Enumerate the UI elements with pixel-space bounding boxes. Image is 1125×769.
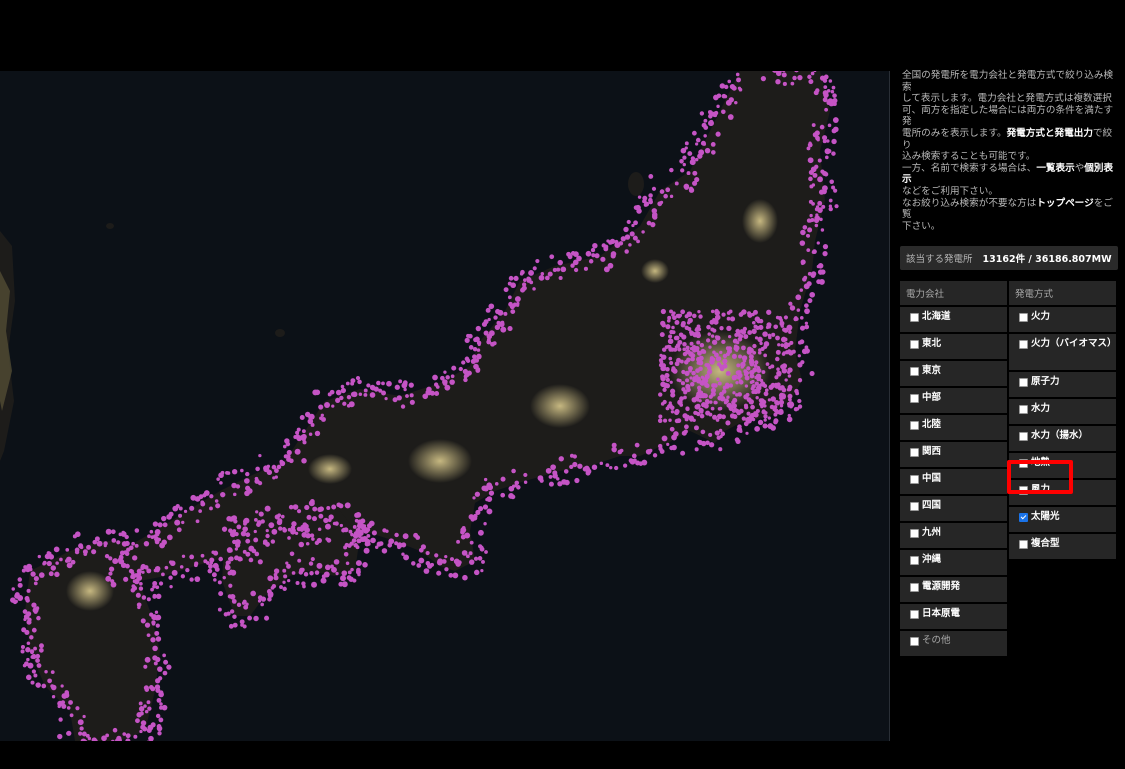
method-option-label: 複合型 bbox=[1031, 538, 1060, 550]
method-option-label: 太陽光 bbox=[1031, 511, 1060, 523]
company-option-label: 沖縄 bbox=[922, 554, 942, 566]
company-option[interactable]: 日本原電 bbox=[900, 604, 1007, 630]
method-option-label: 火力（バイオマス） bbox=[1031, 338, 1117, 350]
company-option[interactable]: 東京 bbox=[900, 361, 1007, 387]
method-option-label: 水力 bbox=[1031, 403, 1051, 415]
result-count-box: 該当する発電所 13162件 / 36186.807MW bbox=[900, 246, 1118, 271]
honshu-landmass bbox=[120, 71, 830, 581]
company-checkbox[interactable] bbox=[910, 448, 919, 458]
method-checkbox[interactable] bbox=[1019, 513, 1028, 523]
company-checkbox[interactable] bbox=[910, 421, 919, 431]
company-checkbox[interactable] bbox=[910, 610, 919, 620]
company-checkbox[interactable] bbox=[910, 394, 919, 404]
company-option-label: 北陸 bbox=[922, 419, 942, 431]
intro-line: などをご利用下さい。 bbox=[902, 185, 998, 197]
filter-panel: 全国の発電所を電力会社と発電方式で絞り込み検索 して表示します。電力会社と発電方… bbox=[900, 70, 1118, 658]
intro-emphasis: 発電方式と発電出力 bbox=[1006, 127, 1093, 139]
intro-text-part: や bbox=[1074, 162, 1085, 174]
company-option[interactable]: その他 bbox=[900, 631, 1007, 657]
company-checkbox[interactable] bbox=[910, 556, 919, 566]
method-option[interactable]: 水力（揚水） bbox=[1009, 426, 1116, 452]
method-filter-header: 発電方式 bbox=[1009, 281, 1116, 306]
method-option[interactable]: 水力 bbox=[1009, 399, 1116, 425]
intro-text-part: 電所のみを表示します。 bbox=[902, 127, 1007, 139]
selected-highlight-box bbox=[1007, 460, 1073, 494]
method-checkbox[interactable] bbox=[1019, 405, 1028, 415]
company-option-label: 関西 bbox=[922, 446, 942, 458]
company-filter-header: 電力会社 bbox=[900, 281, 1007, 306]
intro-line: 込み検索することも可能です。 bbox=[902, 151, 1036, 163]
intro-text-part: なお絞り込み検索が不要な方は bbox=[902, 197, 1037, 209]
company-option-label: 東北 bbox=[922, 338, 942, 350]
method-checkbox[interactable] bbox=[1019, 378, 1028, 388]
map-canvas bbox=[0, 71, 839, 741]
method-checkbox[interactable] bbox=[1019, 540, 1028, 550]
intro-line: 可、両方を指定した場合には両方の条件を満たす発 bbox=[902, 104, 1114, 128]
company-option[interactable]: 中部 bbox=[900, 388, 1007, 414]
method-checkbox[interactable] bbox=[1019, 340, 1028, 350]
method-option-label: 火力 bbox=[1031, 311, 1051, 323]
intro-line: して表示します。電力会社と発電方式は複数選択 bbox=[902, 93, 1112, 105]
company-filter-column: 電力会社 北海道東北東京中部北陸関西中国四国九州沖縄電源開発日本原電その他 bbox=[900, 281, 1007, 658]
company-option-label: 中部 bbox=[922, 392, 942, 404]
method-option[interactable]: 火力 bbox=[1009, 307, 1116, 333]
company-checkbox[interactable] bbox=[910, 583, 919, 593]
method-option[interactable]: 複合型 bbox=[1009, 534, 1116, 560]
method-option-label: 原子力 bbox=[1031, 376, 1060, 388]
company-option[interactable]: 四国 bbox=[900, 496, 1007, 522]
method-checkbox[interactable] bbox=[1019, 313, 1028, 323]
company-option[interactable]: 北陸 bbox=[900, 415, 1007, 441]
sado-island bbox=[628, 172, 644, 196]
intro-text-part: 一方、名前で検索する場合は、 bbox=[902, 162, 1037, 174]
company-checkbox[interactable] bbox=[910, 367, 919, 377]
result-count-value: 13162件 / 36186.807MW bbox=[982, 254, 1112, 266]
method-option[interactable]: 火力（バイオマス） bbox=[1009, 334, 1117, 371]
noto-island bbox=[106, 223, 114, 229]
company-checkbox[interactable] bbox=[910, 529, 919, 539]
company-option[interactable]: 中国 bbox=[900, 469, 1007, 495]
company-option-label: 東京 bbox=[922, 365, 942, 377]
company-checkbox[interactable] bbox=[910, 475, 919, 485]
intro-line: なお絞り込み検索が不要な方はトップページをご覧 bbox=[902, 198, 1118, 221]
method-checkbox[interactable] bbox=[1019, 432, 1028, 442]
company-option-label: 日本原電 bbox=[922, 608, 961, 620]
top-page-link[interactable]: トップページ bbox=[1036, 198, 1093, 209]
method-option[interactable]: 原子力 bbox=[1009, 372, 1116, 398]
intro-line: 電所のみを表示します。発電方式と発電出力で絞り bbox=[902, 128, 1118, 151]
company-checkbox[interactable] bbox=[910, 502, 919, 512]
intro-text: 全国の発電所を電力会社と発電方式で絞り込み検索 して表示します。電力会社と発電方… bbox=[902, 70, 1118, 232]
list-view-link[interactable]: 一覧表示 bbox=[1036, 163, 1074, 174]
company-checkbox[interactable] bbox=[910, 340, 919, 350]
company-option[interactable]: 関西 bbox=[900, 442, 1007, 468]
power-plant-map[interactable] bbox=[0, 71, 890, 741]
company-option[interactable]: 沖縄 bbox=[900, 550, 1007, 576]
result-count-label: 該当する発電所 bbox=[906, 254, 973, 266]
company-checkbox[interactable] bbox=[910, 637, 919, 647]
company-option[interactable]: 九州 bbox=[900, 523, 1007, 549]
company-option-label: 電源開発 bbox=[922, 581, 961, 593]
company-option-label: 九州 bbox=[922, 527, 942, 539]
intro-line: 下さい。 bbox=[902, 220, 941, 232]
intro-line: 一方、名前で検索する場合は、一覧表示や個別表示 bbox=[902, 163, 1118, 186]
company-option[interactable]: 東北 bbox=[900, 334, 1007, 360]
company-option-label: その他 bbox=[922, 635, 951, 647]
oki-island bbox=[275, 329, 285, 337]
company-option[interactable]: 北海道 bbox=[900, 307, 1007, 333]
company-option-label: 四国 bbox=[922, 500, 942, 512]
company-option-label: 北海道 bbox=[922, 311, 951, 323]
company-option-label: 中国 bbox=[922, 473, 942, 485]
company-checkbox[interactable] bbox=[910, 313, 919, 323]
method-option[interactable]: 太陽光 bbox=[1009, 507, 1116, 533]
method-option-label: 水力（揚水） bbox=[1031, 430, 1089, 442]
intro-line: 全国の発電所を電力会社と発電方式で絞り込み検索 bbox=[902, 70, 1114, 93]
company-option[interactable]: 電源開発 bbox=[900, 577, 1007, 603]
